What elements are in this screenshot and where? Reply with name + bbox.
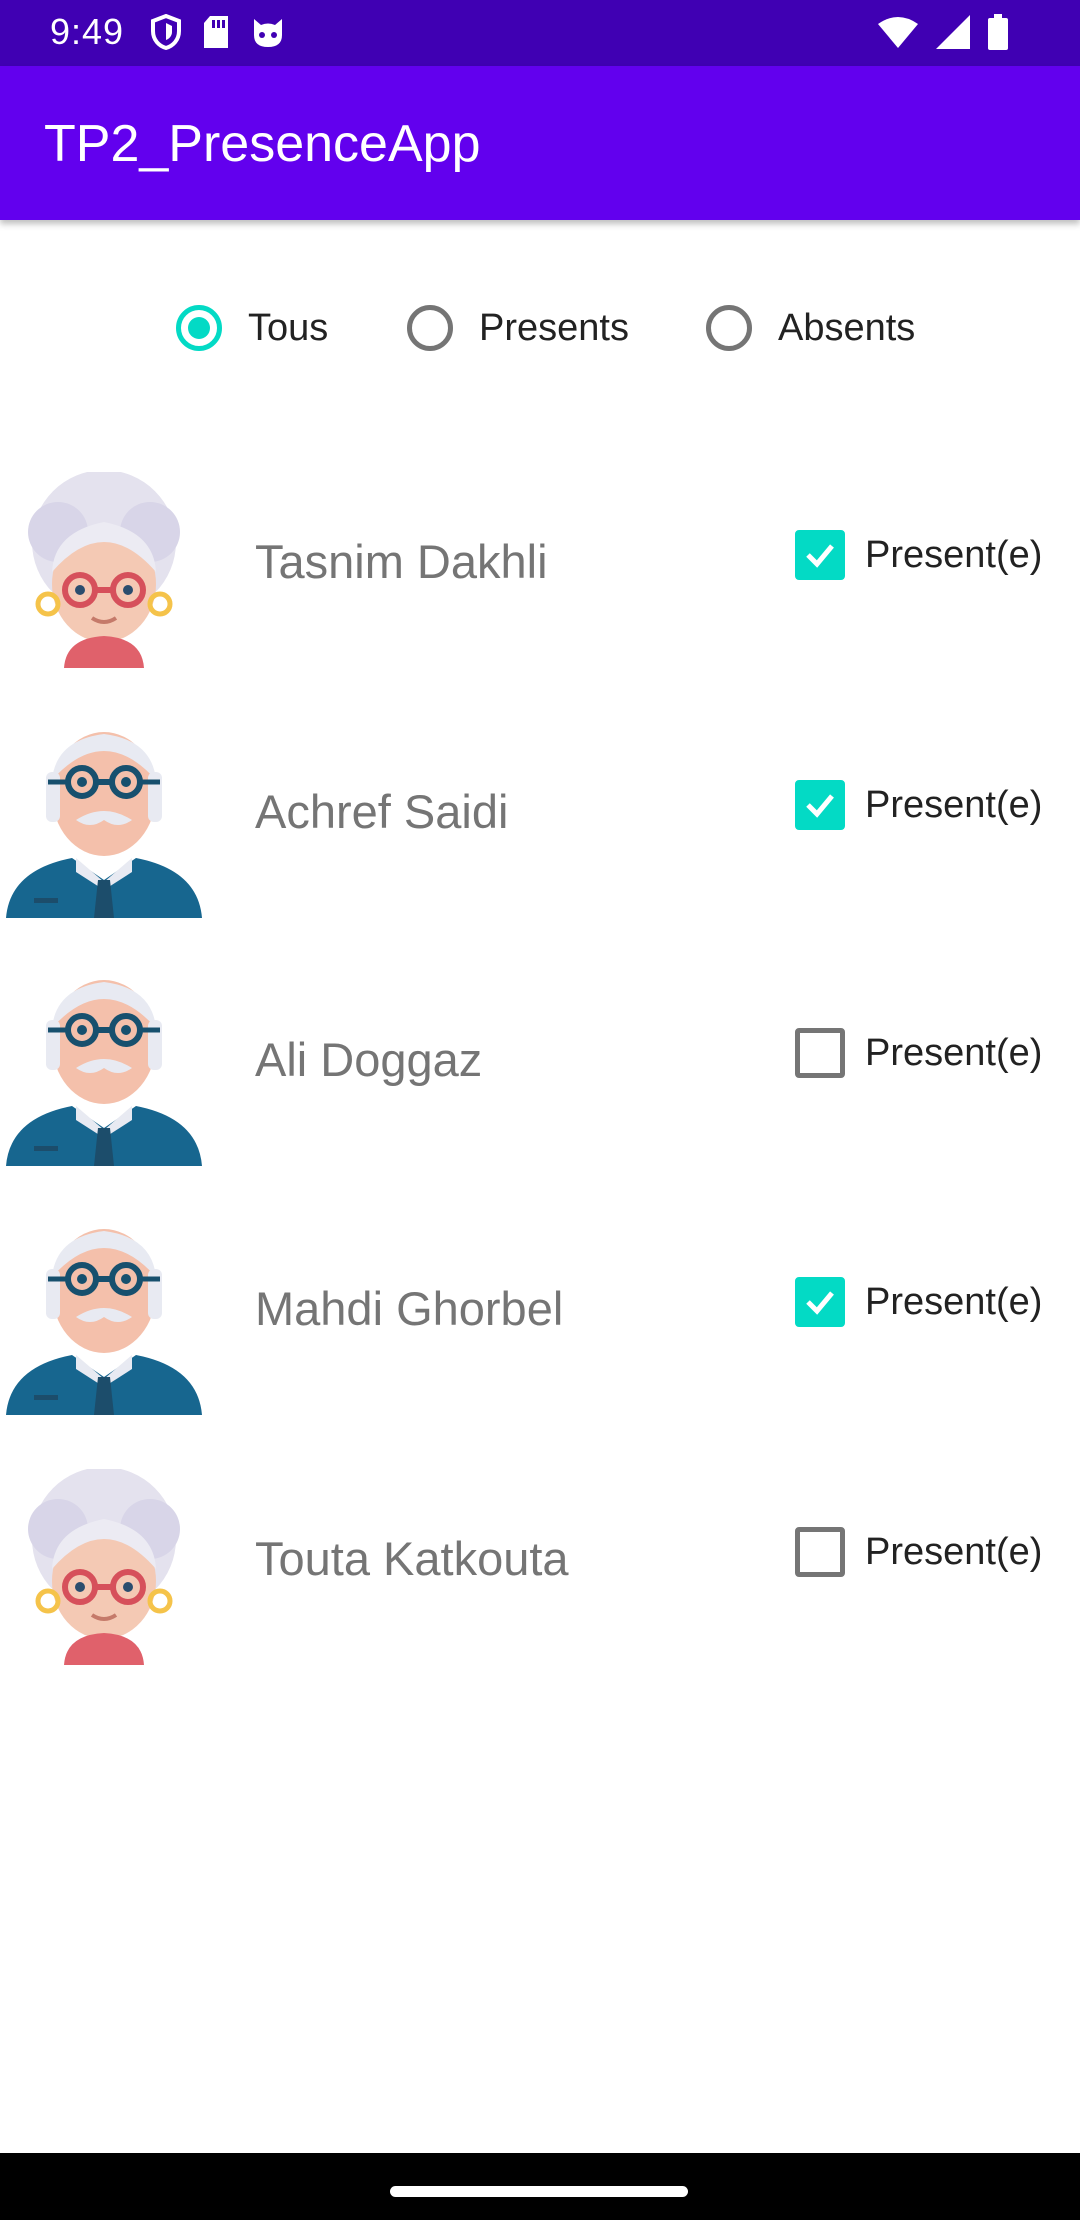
- home-gesture-handle[interactable]: [390, 2186, 688, 2197]
- app-title: TP2_PresenceApp: [44, 115, 481, 173]
- grandfather-avatar: [6, 970, 202, 1166]
- student-row[interactable]: Ali Doggaz Present(e): [0, 948, 1080, 1168]
- radio-presents[interactable]: Presents: [407, 305, 629, 351]
- radio-button[interactable]: [407, 305, 453, 351]
- radio-label: Absents: [778, 306, 916, 349]
- student-name: Tasnim Dakhli: [255, 535, 548, 588]
- checkbox-label: Present(e): [865, 1031, 1043, 1074]
- checkbox-label: Present(e): [865, 1530, 1043, 1573]
- battery-icon: [988, 14, 1008, 55]
- radio-label: Presents: [479, 306, 629, 349]
- grandmother-avatar: [6, 1467, 202, 1665]
- student-name: Achref Saidi: [255, 785, 509, 838]
- radio-button-selected[interactable]: [176, 305, 222, 351]
- checkbox-unchecked[interactable]: [795, 1028, 845, 1078]
- grandmother-avatar: [6, 470, 202, 668]
- checkbox-checked[interactable]: [795, 530, 845, 580]
- signal-icon: [936, 15, 970, 54]
- radio-absents[interactable]: Absents: [706, 305, 915, 351]
- shield-icon: [150, 13, 182, 55]
- student-name: Touta Katkouta: [255, 1532, 569, 1585]
- present-checkbox[interactable]: Present(e): [795, 1028, 1042, 1078]
- checkmark-icon: [806, 544, 834, 568]
- student-row[interactable]: Touta Katkouta Present(e): [0, 1447, 1080, 1667]
- checkmark-icon: [806, 794, 834, 818]
- radio-button[interactable]: [706, 305, 752, 351]
- student-row[interactable]: Mahdi Ghorbel Present(e): [0, 1197, 1080, 1417]
- cat-face-icon: [250, 15, 286, 54]
- checkmark-icon: [806, 1291, 834, 1315]
- checkbox-checked[interactable]: [795, 780, 845, 830]
- navigation-bar: [0, 2153, 1080, 2220]
- present-checkbox[interactable]: Present(e): [795, 1277, 1042, 1327]
- sd-card-icon: [202, 15, 230, 54]
- grandfather-avatar: [6, 1219, 202, 1415]
- radio-tous[interactable]: Tous: [176, 305, 328, 351]
- wifi-icon: [878, 16, 918, 53]
- checkbox-unchecked[interactable]: [795, 1527, 845, 1577]
- checkbox-label: Present(e): [865, 533, 1043, 576]
- present-checkbox[interactable]: Present(e): [795, 1527, 1042, 1577]
- present-checkbox[interactable]: Present(e): [795, 530, 1042, 580]
- app-bar: TP2_PresenceApp: [0, 66, 1080, 220]
- filter-radio-group: Tous Presents Absents: [0, 305, 1080, 375]
- checkbox-label: Present(e): [865, 783, 1043, 826]
- student-name: Mahdi Ghorbel: [255, 1282, 564, 1335]
- status-bar: 9:49: [0, 0, 1080, 66]
- student-row[interactable]: Tasnim Dakhli Present(e): [0, 450, 1080, 670]
- grandfather-avatar: [6, 722, 202, 918]
- status-time: 9:49: [50, 11, 125, 52]
- student-row[interactable]: Achref Saidi Present(e): [0, 700, 1080, 920]
- radio-label: Tous: [248, 306, 329, 349]
- student-name: Ali Doggaz: [255, 1033, 483, 1086]
- present-checkbox[interactable]: Present(e): [795, 780, 1042, 830]
- checkbox-checked[interactable]: [795, 1277, 845, 1327]
- checkbox-label: Present(e): [865, 1280, 1043, 1323]
